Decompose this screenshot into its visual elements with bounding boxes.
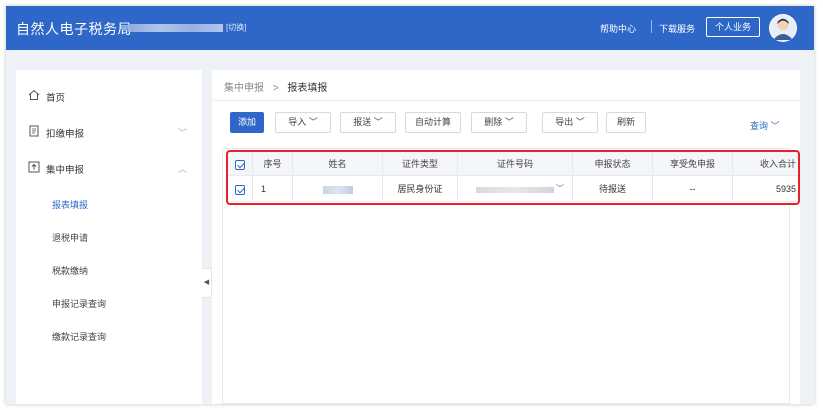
sidebar-subitem-payment-records[interactable]: 缴款记录查询	[52, 330, 106, 343]
query-label: 查询	[750, 121, 769, 131]
brand-title: 自然人电子税务局	[16, 21, 132, 37]
divider	[212, 100, 800, 101]
chevron-down-icon: ﹀	[308, 117, 318, 127]
chevron-down-icon: ﹀	[770, 121, 780, 131]
personal-business-button[interactable]: 个人业务	[706, 17, 760, 37]
sidebar-item-centralized[interactable]: 集中申报 ︿	[16, 156, 202, 180]
breadcrumb-current: 报表填报	[287, 83, 328, 94]
refresh-button[interactable]: 刷新	[606, 112, 646, 133]
switch-link[interactable]: [切换]	[226, 22, 246, 33]
export-label: 导出	[555, 117, 574, 127]
chevron-down-icon: ﹀	[575, 117, 585, 127]
sidebar-item-label: 扣缴申报	[46, 129, 85, 140]
sidebar-item-label: 首页	[46, 93, 66, 104]
sidebar-item-home[interactable]: 首页	[16, 84, 202, 108]
breadcrumb: 集中申报 > 报表填报	[224, 79, 327, 94]
chevron-down-icon: ﹀	[373, 117, 383, 127]
main-content: 集中申报 > 报表填报 添加 导入 ﹀ 报送 ﹀ 自动计算 删除 ﹀ 导出 ﹀ …	[212, 70, 800, 404]
sidebar-subitem-refund[interactable]: 退税申请	[52, 231, 88, 244]
top-divider	[651, 20, 652, 33]
import-label: 导入	[288, 117, 307, 127]
breadcrumb-separator: >	[272, 83, 279, 94]
sidebar-subitem-report-filling[interactable]: 报表填报	[52, 198, 88, 211]
sidebar-item-withholding[interactable]: 扣缴申报 ﹀	[16, 120, 202, 144]
chevron-down-icon: ﹀	[178, 128, 188, 138]
sidebar-subitem-tax-payment[interactable]: 税款缴纳	[52, 264, 88, 277]
sidebar: 首页 扣缴申报 ﹀ 集中申报 ︿ 报表填报 退税申请 税款缴纳 申报记录查询 缴…	[16, 70, 202, 404]
top-bar: 自然人电子税务局 [切换] 帮助中心 下载服务 个人业务	[6, 6, 814, 50]
app-window: 自然人电子税务局 [切换] 帮助中心 下载服务 个人业务 首页 扣缴申报 ﹀ 集…	[6, 6, 814, 404]
home-icon	[28, 89, 40, 101]
submit-button[interactable]: 报送 ﹀	[340, 112, 396, 133]
delete-label: 删除	[484, 117, 503, 127]
sidebar-item-label: 集中申报	[46, 165, 85, 176]
submit-label: 报送	[353, 117, 372, 127]
chevron-up-icon: ︿	[178, 164, 188, 174]
breadcrumb-parent[interactable]: 集中申报	[224, 83, 264, 94]
help-center-link[interactable]: 帮助中心	[600, 22, 636, 35]
export-button[interactable]: 导出 ﹀	[542, 112, 598, 133]
add-button[interactable]: 添加	[230, 112, 264, 133]
import-button[interactable]: 导入 ﹀	[275, 112, 331, 133]
chevron-down-icon: ﹀	[504, 117, 514, 127]
delete-button[interactable]: 删除 ﹀	[471, 112, 527, 133]
upload-box-icon	[28, 161, 40, 173]
document-icon	[28, 125, 40, 137]
avatar[interactable]	[769, 14, 797, 42]
highlight-annotation	[226, 150, 800, 205]
query-toggle[interactable]: 查询 ﹀	[750, 119, 780, 132]
auto-calc-button[interactable]: 自动计算	[405, 112, 461, 133]
download-service-link[interactable]: 下载服务	[659, 22, 695, 35]
sidebar-collapse-button[interactable]: ◀	[202, 268, 212, 298]
redacted-taxpayer-name	[128, 24, 223, 32]
sidebar-subitem-declaration-records[interactable]: 申报记录查询	[52, 297, 106, 310]
